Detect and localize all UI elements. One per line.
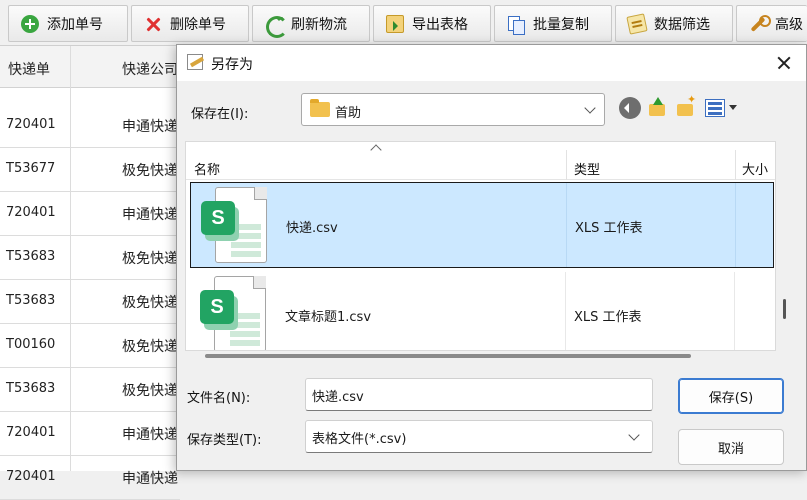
advanced-button[interactable]: 高级 [736, 5, 807, 42]
column-type[interactable]: 类型 [574, 159, 600, 178]
filter-icon [626, 12, 648, 35]
refresh-logistics-label: 刷新物流 [291, 16, 347, 33]
column-name[interactable]: 名称 [194, 159, 220, 178]
tracking-table: 快递单 快递公司 720401 申通快递 T53677 极免快递 720401 … [0, 46, 180, 500]
table-row[interactable]: 720401 申通快递 [0, 192, 180, 236]
save-as-dialog: 另存为 保存在(I): 首助 名称 类型 大小 S [176, 44, 807, 471]
cell-tracking: T00160 [6, 337, 56, 352]
row-divider [734, 272, 735, 350]
wrench-icon [749, 14, 771, 33]
cell-tracking: T53683 [6, 381, 56, 396]
filetype-value: 表格文件(*.csv) [312, 432, 407, 447]
cell-company: 极免快递 [122, 383, 178, 399]
data-filter-label: 数据筛选 [654, 16, 710, 33]
delete-tracking-label: 删除单号 [170, 16, 226, 33]
back-icon[interactable] [619, 97, 641, 119]
header-company[interactable]: 快递公司 [122, 59, 178, 79]
table-row[interactable]: T53677 极免快递 [0, 148, 180, 192]
data-filter-button[interactable]: 数据筛选 [615, 5, 733, 42]
delete-tracking-button[interactable]: 删除单号 [131, 5, 249, 42]
file-row[interactable]: S 文章标题1.csv XLS 工作表 [190, 272, 774, 350]
cell-tracking: 720401 [6, 117, 56, 132]
column-size[interactable]: 大小 [742, 159, 768, 178]
cell-company: 极免快递 [122, 295, 178, 311]
filename-input[interactable]: 快递.csv [305, 378, 653, 411]
cell-tracking: 720401 [6, 425, 56, 440]
caret-down-icon[interactable] [729, 105, 737, 114]
save-in-value: 首助 [335, 106, 362, 121]
copy-icon [507, 15, 525, 35]
filename-value: 快递.csv [312, 390, 364, 405]
cell-tracking: 720401 [6, 205, 56, 220]
x-icon [144, 15, 162, 33]
csv-file-icon: S [200, 276, 266, 350]
cell-tracking: T53677 [6, 161, 56, 176]
new-folder-icon[interactable] [675, 93, 697, 119]
column-divider [735, 150, 736, 180]
save-in-dropdown[interactable]: 首助 [301, 93, 605, 126]
chevron-down-icon [628, 429, 640, 441]
main-toolbar: 添加单号 删除单号 刷新物流 导出表格 批量复制 数据筛选 高级 [0, 0, 807, 46]
table-row[interactable]: 720401 申通快递 [0, 456, 180, 500]
table-row[interactable]: 720401 申通快递 [0, 104, 180, 148]
plus-circle-icon [21, 14, 39, 33]
cell-company: 申通快递 [122, 207, 178, 223]
file-type: XLS 工作表 [574, 310, 642, 325]
filename-label: 文件名(N): [187, 391, 251, 406]
cell-tracking: T53683 [6, 249, 56, 264]
vertical-scrollbar-thumb[interactable] [783, 299, 786, 319]
save-button[interactable]: 保存(S) [678, 378, 784, 414]
dialog-titlebar[interactable]: 另存为 [177, 45, 806, 81]
row-divider [735, 183, 736, 267]
folder-icon [310, 99, 330, 117]
file-type: XLS 工作表 [575, 221, 643, 236]
table-row[interactable]: T00160 极免快递 [0, 324, 180, 368]
save-as-icon [187, 54, 203, 70]
up-folder-icon[interactable] [647, 97, 669, 119]
refresh-logistics-button[interactable]: 刷新物流 [252, 5, 370, 42]
table-row[interactable]: 720401 申通快递 [0, 412, 180, 456]
column-divider [566, 150, 567, 180]
sort-ascending-icon [370, 144, 382, 156]
batch-copy-label: 批量复制 [533, 16, 589, 33]
chevron-down-icon [584, 102, 596, 114]
refresh-icon [265, 15, 288, 38]
filetype-dropdown[interactable]: 表格文件(*.csv) [305, 420, 653, 453]
filetype-label: 保存类型(T): [187, 433, 262, 448]
csv-file-icon: S [201, 187, 267, 265]
table-row[interactable]: T53683 极免快递 [0, 236, 180, 280]
cell-tracking: T53683 [6, 293, 56, 308]
cell-company: 极免快递 [122, 163, 178, 179]
table-row[interactable]: T53683 极免快递 [0, 280, 180, 324]
header-tracking[interactable]: 快递单 [8, 59, 50, 79]
dialog-title: 另存为 [211, 57, 253, 73]
horizontal-scrollbar[interactable] [205, 354, 691, 358]
batch-copy-button[interactable]: 批量复制 [494, 5, 612, 42]
save-in-label: 保存在(I): [191, 107, 249, 122]
file-name: 快递.csv [286, 221, 338, 236]
file-list-header: 名称 类型 大小 [186, 142, 775, 180]
table-row[interactable]: T53683 极免快递 [0, 368, 180, 412]
export-table-label: 导出表格 [412, 16, 468, 33]
cell-company: 申通快递 [122, 119, 178, 135]
cancel-button[interactable]: 取消 [678, 429, 784, 465]
cell-company: 申通快递 [122, 427, 178, 443]
row-divider [565, 272, 566, 350]
cell-company: 极免快递 [122, 339, 178, 355]
add-tracking-button[interactable]: 添加单号 [8, 5, 128, 42]
file-row-selected[interactable]: S 快递.csv XLS 工作表 [190, 182, 774, 268]
add-tracking-label: 添加单号 [47, 16, 103, 33]
file-list[interactable]: 名称 类型 大小 S 快递.csv XLS 工作表 S 文章标题1.csv XL… [185, 141, 776, 351]
advanced-label: 高级 [775, 16, 803, 33]
close-button[interactable] [762, 45, 806, 81]
cell-company: 申通快递 [122, 471, 178, 487]
cell-company: 极免快递 [122, 251, 178, 267]
file-name: 文章标题1.csv [285, 310, 372, 325]
export-icon [386, 14, 404, 33]
row-divider [566, 183, 567, 267]
table-header: 快递单 快递公司 [0, 46, 180, 88]
export-table-button[interactable]: 导出表格 [373, 5, 491, 42]
view-menu-icon[interactable] [705, 99, 725, 117]
cell-tracking: 720401 [6, 469, 56, 484]
